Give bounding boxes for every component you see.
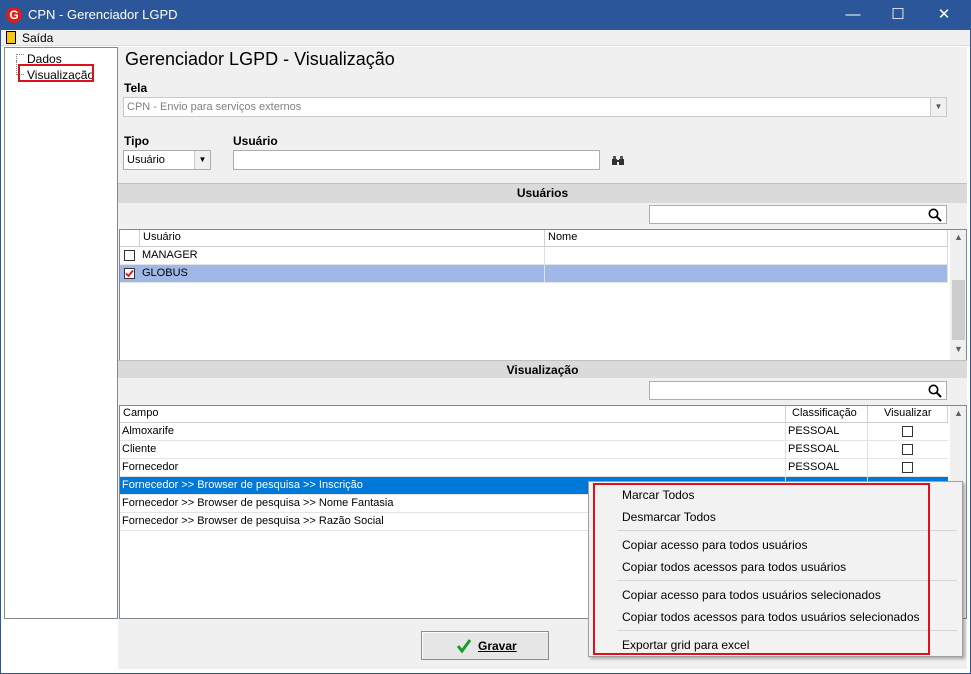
column-header-nome[interactable]: Nome xyxy=(545,230,948,247)
save-button[interactable]: Gravar xyxy=(421,631,549,660)
title-bar: G CPN - Gerenciador LGPD — ☐ ✕ xyxy=(0,0,971,30)
chevron-down-icon[interactable]: ▼ xyxy=(194,151,210,169)
row-checkbox[interactable] xyxy=(124,250,135,261)
grid-header-corner xyxy=(120,230,140,247)
visualizar-checkbox[interactable] xyxy=(902,462,913,473)
usuario-input[interactable] xyxy=(233,150,600,170)
tipo-label: Tipo xyxy=(124,134,150,148)
cell-campo: Cliente xyxy=(120,441,786,458)
usuarios-scrollbar[interactable]: ▲ ▼ xyxy=(950,230,966,360)
visualizacao-filter-input[interactable] xyxy=(649,381,947,400)
selection-highlight-box xyxy=(18,64,94,82)
tela-select[interactable]: CPN - Envio para serviços externos ▼ xyxy=(123,97,947,117)
cell-usuario: MANAGER xyxy=(140,247,545,264)
cell-campo: Fornecedor xyxy=(120,459,786,476)
visualizacao-section-header: Visualização xyxy=(118,360,967,378)
cell-classificacao: PESSOAL xyxy=(786,423,868,440)
usuarios-filter-input[interactable] xyxy=(649,205,947,224)
context-menu-highlight-box xyxy=(593,483,930,655)
column-header-visualizar[interactable]: Visualizar xyxy=(868,406,948,423)
cell-usuario: GLOBUS xyxy=(140,265,545,282)
maximize-icon[interactable]: ☐ xyxy=(875,0,921,30)
menu-bar: Saída xyxy=(0,30,971,46)
table-row[interactable]: Almoxarife PESSOAL xyxy=(120,423,948,441)
save-button-label: Gravar xyxy=(478,639,517,653)
minimize-icon[interactable]: — xyxy=(830,0,876,30)
visualizar-checkbox[interactable] xyxy=(902,426,913,437)
scroll-up-icon[interactable]: ▲ xyxy=(950,232,966,242)
checkmark-icon xyxy=(456,638,472,657)
tipo-select[interactable]: Usuário ▼ xyxy=(123,150,211,170)
cell-classificacao: PESSOAL xyxy=(786,441,868,458)
cell-classificacao: PESSOAL xyxy=(786,459,868,476)
column-header-campo[interactable]: Campo xyxy=(120,406,786,423)
tela-select-value: CPN - Envio para serviços externos xyxy=(127,101,302,113)
window-border xyxy=(0,30,1,674)
app-logo-icon: G xyxy=(6,7,22,23)
chevron-down-icon[interactable]: ▼ xyxy=(930,98,946,116)
usuarios-section-header: Usuários xyxy=(118,183,967,203)
usuario-label: Usuário xyxy=(233,134,278,148)
search-icon[interactable] xyxy=(928,208,942,225)
tela-label: Tela xyxy=(124,81,148,95)
column-header-usuario[interactable]: Usuário xyxy=(140,230,545,247)
scroll-up-icon[interactable]: ▲ xyxy=(950,408,966,418)
scrollbar-thumb[interactable] xyxy=(952,280,965,340)
column-header-classificacao[interactable]: Classificação xyxy=(786,406,868,423)
table-row[interactable]: Fornecedor PESSOAL xyxy=(120,459,948,477)
table-row[interactable]: Cliente PESSOAL xyxy=(120,441,948,459)
exit-door-icon[interactable] xyxy=(6,31,16,44)
menu-item-exit[interactable]: Saída xyxy=(22,31,53,45)
table-row[interactable]: GLOBUS xyxy=(120,265,948,283)
page-title: Gerenciador LGPD - Visualização xyxy=(125,49,395,69)
window-title: CPN - Gerenciador LGPD xyxy=(28,7,178,22)
cell-nome xyxy=(545,265,948,282)
usuarios-grid: Usuário Nome MANAGER GLOBUS ▲ ▼ xyxy=(119,229,967,361)
row-checkbox-checked[interactable] xyxy=(124,268,135,279)
binoculars-search-icon[interactable] xyxy=(612,155,624,165)
close-icon[interactable]: ✕ xyxy=(921,0,967,30)
scroll-down-icon[interactable]: ▼ xyxy=(950,344,966,354)
table-row[interactable]: MANAGER xyxy=(120,247,948,265)
tipo-select-value: Usuário xyxy=(127,154,165,166)
tree-connector xyxy=(16,54,24,61)
cell-campo: Almoxarife xyxy=(120,423,786,440)
search-icon[interactable] xyxy=(928,384,942,401)
navigation-tree: Dados Visualização xyxy=(4,47,118,619)
cell-nome xyxy=(545,247,948,264)
visualizar-checkbox[interactable] xyxy=(902,444,913,455)
